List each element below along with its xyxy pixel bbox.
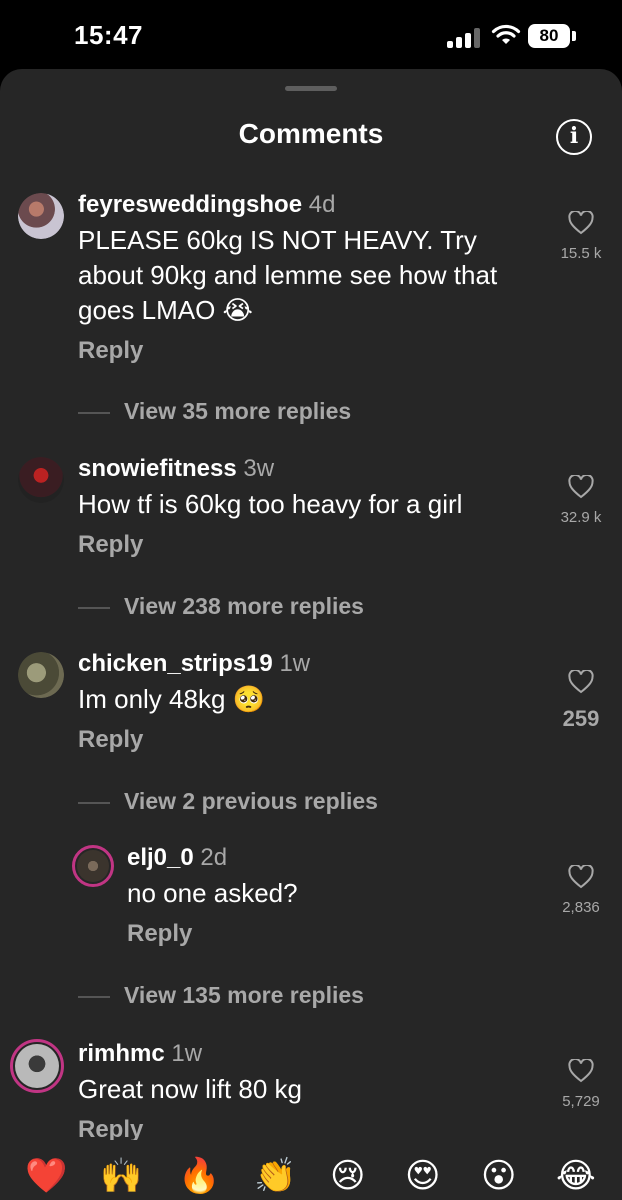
emoji-reaction-bar: ❤️ 🙌 🔥 👏 😢 😍 😮 😂	[0, 1140, 622, 1200]
cellular-signal-icon	[447, 28, 483, 48]
reply-button[interactable]: Reply	[78, 726, 548, 754]
emoji-heart[interactable]: ❤️	[25, 1156, 67, 1196]
info-icon[interactable]: i	[556, 119, 592, 155]
comment-text: How tf is 60kg too heavy for a girl	[78, 489, 463, 519]
like-count: 259	[562, 706, 600, 731]
sheet-grabber[interactable]	[285, 86, 337, 91]
like-count: 5,729	[562, 1093, 600, 1110]
emoji-crying[interactable]: 😢	[330, 1156, 365, 1196]
view-replies-button[interactable]: View 35 more replies	[78, 398, 351, 425]
emoji-clapping[interactable]: 👏	[254, 1156, 296, 1196]
avatar[interactable]	[18, 652, 64, 698]
status-bar: 15:47 80	[0, 0, 622, 70]
avatar[interactable]	[18, 457, 64, 503]
emoji-raised-hands[interactable]: 🙌	[100, 1156, 142, 1196]
comment-username[interactable]: snowiefitness	[78, 455, 237, 482]
like-count: 15.5 k	[560, 245, 602, 262]
avatar[interactable]	[10, 1039, 64, 1093]
emoji-surprised[interactable]: 😮	[481, 1156, 516, 1196]
comment-username[interactable]: feyresweddingshoe	[78, 191, 302, 218]
comment-time: 2d	[200, 844, 228, 871]
comment-text: PLEASE 60kg IS NOT HEAVY. Try about 90kg…	[78, 225, 498, 325]
comment-username[interactable]: chicken_strips19	[78, 650, 273, 677]
view-replies-button[interactable]: View 238 more replies	[78, 593, 364, 620]
comment-text: Great now lift 80 kg	[78, 1074, 302, 1104]
battery-cap	[572, 31, 576, 41]
comment-time: 3w	[243, 455, 275, 482]
like-button[interactable]: 32.9 k	[551, 475, 611, 526]
reply-button[interactable]: Reply	[78, 337, 548, 365]
like-button[interactable]: 259	[551, 670, 611, 732]
sheet-title: Comments	[238, 118, 384, 149]
emoji-fire[interactable]: 🔥	[178, 1156, 220, 1196]
comment-username[interactable]: elj0_0	[127, 844, 194, 871]
comments-sheet: Comments i feyresweddingshoe 4d PLEASE 6…	[0, 69, 622, 1200]
view-replies-button[interactable]: View 135 more replies	[78, 982, 364, 1009]
avatar[interactable]	[18, 193, 64, 239]
like-count: 32.9 k	[560, 509, 602, 526]
comment-item: snowiefitness 3w How tf is 60kg too heav…	[78, 454, 548, 559]
comment-username[interactable]: rimhmc	[78, 1040, 165, 1067]
wifi-icon	[491, 24, 521, 44]
heart-icon	[568, 670, 594, 694]
battery-icon: 80	[528, 24, 570, 48]
status-time: 15:47	[74, 20, 143, 50]
like-count: 2,836	[562, 899, 600, 916]
comment-time: 4d	[308, 191, 336, 218]
like-button[interactable]: 5,729	[551, 1059, 611, 1110]
comment-text: Im only 48kg 🥺	[78, 684, 266, 714]
comment-time: 1w	[279, 650, 311, 677]
like-button[interactable]: 15.5 k	[551, 211, 611, 262]
like-button[interactable]: 2,836	[551, 865, 611, 916]
comment-time: 1w	[171, 1040, 203, 1067]
comment-item: feyresweddingshoe 4d PLEASE 60kg IS NOT …	[78, 190, 548, 365]
emoji-laughing[interactable]: 😂	[556, 1156, 596, 1196]
comment-item: rimhmc 1w Great now lift 80 kg Reply	[78, 1039, 548, 1144]
view-replies-button[interactable]: View 2 previous replies	[78, 788, 378, 815]
heart-icon	[568, 865, 594, 889]
heart-icon	[568, 1059, 594, 1083]
reply-item: elj0_0 2d no one asked? Reply	[127, 843, 547, 948]
emoji-heart-eyes[interactable]: 😍	[405, 1156, 440, 1196]
heart-icon	[568, 211, 594, 235]
reply-button[interactable]: Reply	[78, 531, 548, 559]
reply-button[interactable]: Reply	[127, 920, 547, 948]
comment-text: no one asked?	[127, 878, 298, 908]
avatar[interactable]	[72, 845, 114, 887]
heart-icon	[568, 475, 594, 499]
comment-item: chicken_strips19 1w Im only 48kg 🥺 Reply	[78, 649, 548, 754]
